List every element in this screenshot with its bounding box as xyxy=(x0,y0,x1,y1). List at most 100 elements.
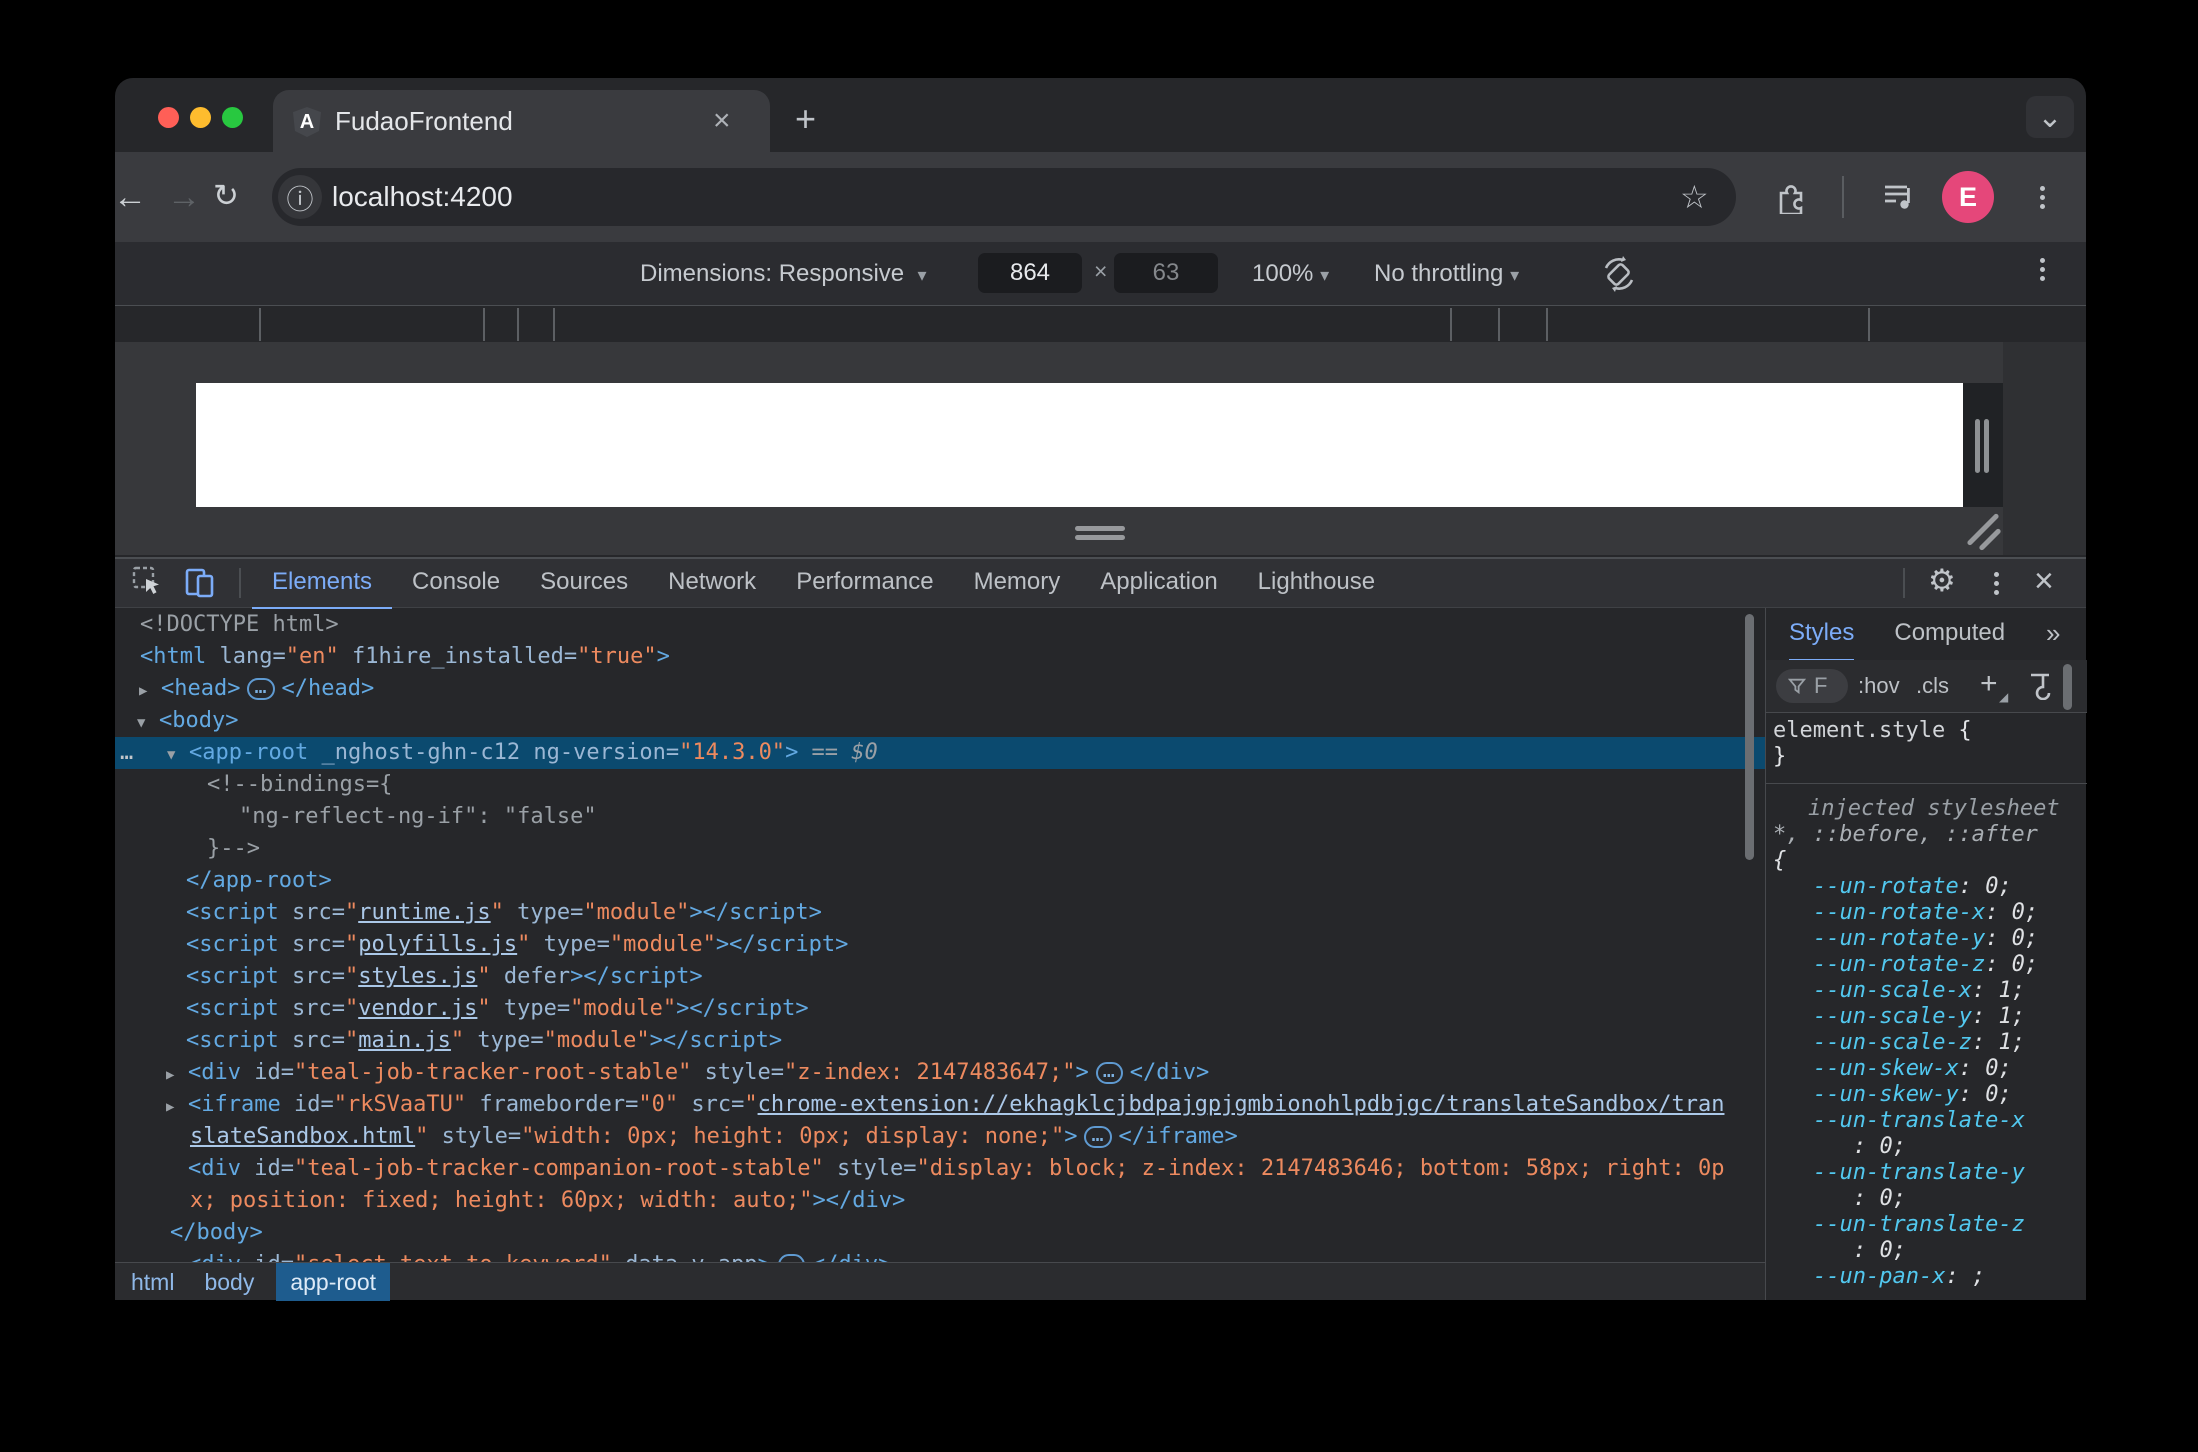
devtools-tab-application[interactable]: Application xyxy=(1080,558,1237,607)
sidebar-tab-styles[interactable]: Styles xyxy=(1789,608,1854,662)
style-rule-line[interactable]: : 0; xyxy=(1766,1186,2066,1212)
dimensions-dropdown[interactable]: Dimensions: Responsive ▾ xyxy=(640,242,927,307)
collapse-arrow-icon[interactable]: ▼ xyxy=(167,739,189,771)
reload-button[interactable]: ↻ xyxy=(213,180,239,211)
style-rule-line[interactable]: --un-translate-y xyxy=(1766,1160,2066,1186)
devtools-tab-performance[interactable]: Performance xyxy=(776,558,953,607)
new-tab-button[interactable]: + xyxy=(795,98,816,140)
rotate-device-icon[interactable] xyxy=(1598,254,1640,294)
throttling-dropdown[interactable]: No throttling ▾ xyxy=(1374,242,1519,307)
devtools-settings-gear-icon[interactable]: ⚙ xyxy=(1928,565,1956,596)
inline-expand-icon[interactable]: … xyxy=(778,1254,805,1262)
devtools-tab-sources[interactable]: Sources xyxy=(520,558,648,607)
tree-line[interactable]: </body> xyxy=(115,1217,1765,1249)
code-segment[interactable]: slateSandbox.html xyxy=(190,1124,415,1149)
minimize-window-button[interactable] xyxy=(190,107,211,128)
collapse-arrow-icon[interactable]: ▼ xyxy=(137,707,159,739)
sidebar-tab-computed[interactable]: Computed xyxy=(1894,608,2005,659)
new-style-rule-button[interactable]: + xyxy=(1980,667,1998,701)
tree-line[interactable]: ▶<iframe id="rkSVaaTU" frameborder="0" s… xyxy=(115,1089,1765,1121)
tree-line[interactable]: slateSandbox.html" style="width: 0px; he… xyxy=(115,1121,1765,1153)
zoom-window-button[interactable] xyxy=(222,107,243,128)
style-rule-line[interactable]: injected stylesheet xyxy=(1766,796,2066,822)
bookmark-star-icon[interactable]: ☆ xyxy=(1680,178,1709,216)
styles-filter-input[interactable]: F xyxy=(1776,669,1848,703)
back-button[interactable]: ← xyxy=(113,180,147,214)
tree-line[interactable]: <script src="vendor.js" type="module"></… xyxy=(115,993,1765,1025)
style-rule-line[interactable]: --un-translate-z xyxy=(1766,1212,2066,1238)
tree-line[interactable]: "ng-reflect-ng-if": "false" xyxy=(115,801,1765,833)
media-controls-icon[interactable] xyxy=(1882,180,1918,214)
devtools-tab-console[interactable]: Console xyxy=(392,558,520,607)
inline-expand-icon[interactable]: … xyxy=(1084,1126,1111,1148)
style-rule-line[interactable]: --un-translate-x xyxy=(1766,1108,2066,1134)
style-rule-line[interactable]: --un-scale-y: 1; xyxy=(1766,1004,2066,1030)
toggle-device-toolbar-icon[interactable] xyxy=(183,565,217,599)
more-tabs-icon[interactable]: » xyxy=(2046,618,2060,649)
viewport-height-input[interactable]: 63 xyxy=(1114,253,1218,293)
tree-line[interactable]: <script src="polyfills.js" type="module"… xyxy=(115,929,1765,961)
code-segment[interactable]: polyfills.js xyxy=(358,932,517,957)
breadcrumb-item-html[interactable]: html xyxy=(123,1263,182,1301)
tree-line[interactable]: <script src="styles.js" defer></script> xyxy=(115,961,1765,993)
style-rule-line[interactable]: --un-scale-x: 1; xyxy=(1766,978,2066,1004)
tree-line[interactable]: <html lang="en" f1hire_installed="true"> xyxy=(115,641,1765,673)
style-rule-line[interactable]: --un-rotate: 0; xyxy=(1766,874,2066,900)
style-rule-line[interactable]: --un-pan-x: ; xyxy=(1766,1264,2066,1290)
element-state-icon[interactable] xyxy=(2028,672,2054,700)
node-menu-icon[interactable]: … xyxy=(120,737,135,769)
browser-tab[interactable]: A FudaoFrontend × xyxy=(273,90,770,154)
devtools-tab-memory[interactable]: Memory xyxy=(954,558,1081,607)
devtools-tab-elements[interactable]: Elements xyxy=(252,558,392,610)
style-rule-line[interactable]: --un-rotate-x: 0; xyxy=(1766,900,2066,926)
expand-arrow-icon[interactable]: ▶ xyxy=(166,1091,188,1123)
profile-avatar[interactable]: E xyxy=(1942,171,1994,223)
device-toolbar-menu-icon[interactable] xyxy=(2040,258,2045,281)
devtools-menu-icon[interactable] xyxy=(1994,572,1999,595)
expand-arrow-icon[interactable]: ▶ xyxy=(166,1251,188,1262)
devtools-tab-lighthouse[interactable]: Lighthouse xyxy=(1238,558,1395,607)
style-rule-line[interactable]: --un-skew-x: 0; xyxy=(1766,1056,2066,1082)
devtools-tab-network[interactable]: Network xyxy=(648,558,776,607)
devtools-close-icon[interactable]: × xyxy=(2034,564,2054,598)
close-window-button[interactable] xyxy=(158,107,179,128)
style-rule-line[interactable]: *, ::before, ::after xyxy=(1766,822,2066,848)
tab-close-icon[interactable]: × xyxy=(713,104,731,138)
tree-line[interactable]: <script src="runtime.js" type="module"><… xyxy=(115,897,1765,929)
style-rule-line[interactable]: --un-rotate-y: 0; xyxy=(1766,926,2066,952)
tree-line[interactable]: }--> xyxy=(115,833,1765,865)
code-segment[interactable]: chrome-extension://ekhagklcjbdpajgpjgmbi… xyxy=(758,1092,1725,1117)
tree-line[interactable]: </app-root> xyxy=(115,865,1765,897)
tree-line[interactable]: <!DOCTYPE html> xyxy=(115,609,1765,641)
expand-arrow-icon[interactable]: ▶ xyxy=(166,1059,188,1091)
breadcrumb-item-body[interactable]: body xyxy=(196,1263,262,1301)
code-segment[interactable]: vendor.js xyxy=(358,996,477,1021)
style-rule-line[interactable]: element.style { xyxy=(1766,718,2066,744)
tree-line[interactable]: <!--bindings={ xyxy=(115,769,1765,801)
extensions-puzzle-icon[interactable] xyxy=(1773,180,1807,214)
tree-line[interactable]: <script src="main.js" type="module"></sc… xyxy=(115,1025,1765,1057)
viewport-height-resize-handle[interactable] xyxy=(1075,522,1125,544)
code-segment[interactable]: runtime.js xyxy=(358,900,490,925)
inspect-element-icon[interactable] xyxy=(131,565,165,599)
tree-line[interactable]: ▶<head>…</head> xyxy=(115,673,1765,705)
style-rule-line[interactable]: } xyxy=(1766,744,2066,770)
style-rule-line[interactable]: --un-rotate-z: 0; xyxy=(1766,952,2066,978)
style-rule-line[interactable]: : 0; xyxy=(1766,1238,2066,1264)
breadcrumb-item-app-root[interactable]: app-root xyxy=(276,1263,390,1301)
tree-line[interactable]: ▼<body> xyxy=(115,705,1765,737)
style-rule-line[interactable]: { xyxy=(1766,848,2066,874)
code-segment[interactable]: main.js xyxy=(358,1028,451,1053)
zoom-dropdown[interactable]: 100% ▾ xyxy=(1252,242,1329,307)
code-segment[interactable]: styles.js xyxy=(358,964,477,989)
viewport-width-input[interactable]: 864 xyxy=(978,253,1082,293)
element-classes-button[interactable]: .cls xyxy=(1916,660,1949,712)
inline-expand-icon[interactable]: … xyxy=(247,678,274,700)
elements-scrollbar[interactable] xyxy=(1745,614,1754,860)
tree-line[interactable]: ▶<div id="teal-job-tracker-root-stable" … xyxy=(115,1057,1765,1089)
viewport-corner-resize-handle[interactable] xyxy=(1958,505,2010,553)
style-rule-line[interactable]: --un-scale-z: 1; xyxy=(1766,1030,2066,1056)
pseudo-state-button[interactable]: :hov xyxy=(1858,660,1900,712)
styles-scrollbar[interactable] xyxy=(2063,664,2072,710)
viewport-width-resize-handle[interactable] xyxy=(1963,383,2003,507)
